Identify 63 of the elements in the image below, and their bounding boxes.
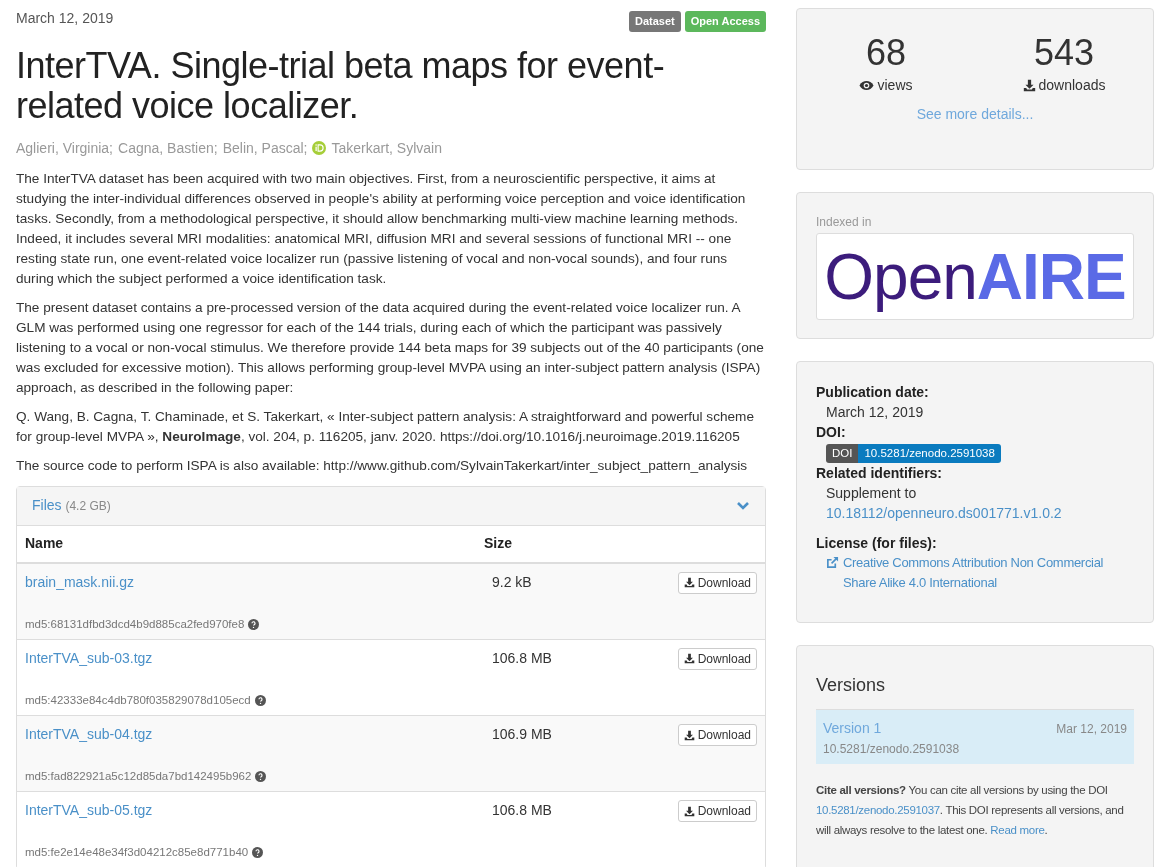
author-link[interactable]: Aglieri, Virginia;	[16, 137, 113, 159]
record-title: InterTVA. Single-trial beta maps for event-related voice localizer.	[16, 45, 666, 126]
author-link[interactable]: Cagna, Bastien;	[118, 137, 218, 159]
doi-link[interactable]: Read more	[990, 824, 1045, 836]
download-icon	[683, 805, 695, 817]
license-link[interactable]: Creative Commons Attribution Non Commercial Share Alike 4.0 International	[843, 553, 1134, 594]
author-link[interactable]: Belin, Pascal;	[222, 137, 308, 159]
download-icon	[683, 653, 695, 665]
file-size: 106.8 MB	[492, 801, 553, 821]
help-icon[interactable]	[252, 847, 264, 859]
md5-checksum: md5:42333e84c4db780f035829078d105ecd	[25, 692, 251, 708]
badge: Open Access	[684, 11, 766, 32]
author-link[interactable]: Takerkart, Sylvain	[331, 137, 442, 159]
identifier-link[interactable]: 10.18112/openneuro.ds001771.v1.0.2	[816, 503, 1134, 524]
stat-label: views	[877, 76, 913, 95]
download-icon	[683, 729, 695, 741]
field-value: March 12, 2019	[825, 403, 925, 422]
file-size: 106.8 MB	[492, 648, 553, 668]
help-icon[interactable]	[255, 771, 267, 783]
stat-count: 68	[865, 33, 906, 73]
publication-date: March 12, 2019	[16, 9, 114, 28]
description-paragraph: The present dataset contains a pre-processed version of the data acquired during the event-related voice localizer run. A GLM was performed using one regressor for each of the 144 trials, during each of which the participant was passively listening to a vocal or non-vocal stimulus. We therefore provide 144 beta maps for 39 subjects out of the 40 participants (one was excluded for excessive motion). This allows performing group-level MVPA using an inter-subject pattern analysis (ISPA) approach, as described in the following paper:	[16, 298, 765, 397]
column-header: Size	[484, 534, 512, 553]
file-size: 9.2 kB	[492, 572, 533, 592]
field-value: Supplement to	[825, 484, 918, 504]
field-label: Related identifiers:	[816, 464, 944, 484]
help-icon[interactable]	[254, 694, 266, 706]
description-paragraph: Q. Wang, B. Cagna, T. Chaminade, et S. Takerkart, « Inter-subject pattern analysis: A straightforward and powerful scheme for group-level MVPA », NeuroImage, vol. 204, p. 116205, janv. 2020. https://doi.org/10.1016/j.neuroimage.2019.116205	[16, 407, 755, 446]
file-size: 106.9 MB	[492, 725, 553, 744]
version-item[interactable]: Version 1 Mar 12, 2019 10.5281/zenodo.2591038	[816, 709, 1134, 764]
download-button[interactable]: Download	[677, 724, 757, 746]
field-label: License (for files):	[816, 534, 938, 554]
indexed-label: Indexed in	[816, 214, 873, 231]
download-button[interactable]: Download	[677, 800, 757, 823]
download-icon	[1022, 79, 1036, 92]
files-heading[interactable]: Files (4.2 GB)	[32, 495, 111, 516]
field-label: Publication date:	[816, 383, 930, 402]
stat-count: 543	[1033, 33, 1095, 73]
file-link[interactable]: InterTVA_sub-05.tgz	[25, 800, 492, 822]
details-link[interactable]: See more details...	[916, 104, 1034, 125]
external-link-icon	[826, 556, 839, 570]
column-header: Name	[24, 534, 65, 553]
download-icon	[683, 577, 695, 588]
versions-heading: Versions	[816, 674, 887, 697]
file-link[interactable]: InterTVA_sub-03.tgz	[25, 647, 492, 669]
description-paragraph: The InterTVA dataset has been acquired with two main objectives. First, from a neuroscientific perspective, it aims at studying the inter-individual differences observed in people's ability at performing voice perception and voice identification tasks. Secondly, from a methodological perspective, it should allow benchmarking multi-view machine learning methods. Indeed, it includes several MRI modalities: anatomical MRI, diffusion MRI and several sessions of functional MRI -- one resting state run, one event-related voice localizer run (passive listening of vocal and non-vocal sounds), and four runs during which the subject performed a voice identification task.	[16, 169, 747, 288]
file-link[interactable]: InterTVA_sub-04.tgz	[25, 724, 492, 745]
openaire-logo[interactable]: OpenAIRE	[816, 233, 1134, 320]
download-button[interactable]: Download	[677, 647, 757, 670]
field-label: DOI:	[816, 423, 847, 442]
help-icon[interactable]	[248, 618, 260, 630]
badge: Dataset	[628, 11, 681, 32]
file-link[interactable]: brain_mask.nii.gz	[25, 571, 492, 593]
eye-icon	[859, 80, 875, 91]
doi-link[interactable]: 10.5281/zenodo.2591037	[816, 804, 940, 816]
md5-checksum: md5:68131dfbd3dcd4b9d885ca2fed970fe8	[25, 616, 245, 632]
cite-note: Cite all versions? You can cite all versions by using the DOI 10.5281/zenodo.2591037. This DOI represents all versions, and will always resolve to the latest one. Read more.	[816, 783, 1125, 838]
stat-label: downloads	[1038, 76, 1106, 95]
md5-checksum: md5:fe2e14e48e34f3d04212c85e8d771b40	[25, 845, 249, 861]
md5-checksum: md5:fad822921a5c12d85da7bd142495b962	[25, 769, 252, 784]
download-button[interactable]: Download	[677, 571, 757, 594]
description-paragraph: The source code to perform ISPA is also available: http://www.github.com/SylvainTakerkart/inter_subject_pattern_analysis	[16, 456, 749, 475]
chevron-down-icon[interactable]	[736, 500, 750, 511]
